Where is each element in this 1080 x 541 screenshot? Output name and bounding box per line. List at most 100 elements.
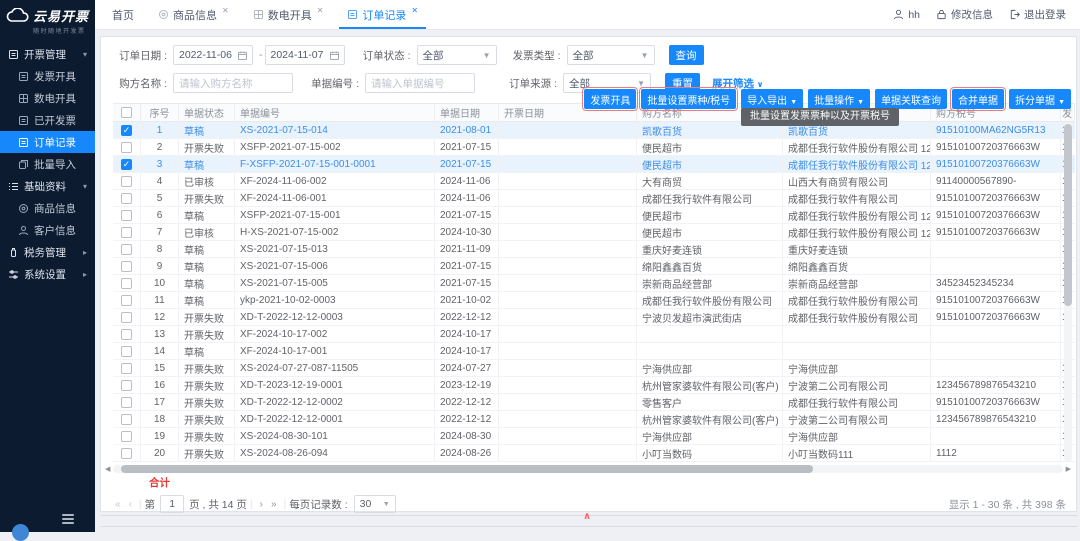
sidebar-item-0[interactable]: 开票管理▾ xyxy=(0,43,95,65)
order-record-icon xyxy=(18,137,29,148)
sidebar-item-10[interactable]: 系统设置▸ xyxy=(0,263,95,285)
close-icon[interactable]: ✕ xyxy=(222,6,229,15)
row-checkbox[interactable]: ✓ xyxy=(121,125,132,136)
row-checkbox[interactable] xyxy=(121,244,132,255)
table-row[interactable]: 4已审核XF-2024-11-06-0022024-11-06大有商贸山西大有商… xyxy=(113,173,1075,190)
horizontal-scrollbar-thumb[interactable] xyxy=(121,465,813,473)
table-row[interactable]: 13开票失败XF-2024-10-17-0022024-10-17 xyxy=(113,326,1075,343)
sidebar-item-7[interactable]: 商品信息 xyxy=(0,197,95,219)
table-row[interactable]: 7已审核H-XS-2021-07-15-0022024-10-30便民超市成都任… xyxy=(113,224,1075,241)
horizontal-scrollbar[interactable] xyxy=(113,465,1063,473)
action-button-3[interactable]: 批量操作▼ xyxy=(808,89,870,109)
sidebar-item-8[interactable]: 客户信息 xyxy=(0,219,95,241)
page-size-select[interactable]: 30 ▼ xyxy=(354,495,396,513)
cell-buyer-company: 成都任我行软件股份有限公司 xyxy=(783,292,931,308)
row-checkbox[interactable] xyxy=(121,142,132,153)
row-checkbox[interactable] xyxy=(121,176,132,187)
row-checkbox[interactable] xyxy=(121,210,132,221)
table-row[interactable]: 2开票失败XSFP-2021-07-15-0022021-07-15便民超市成都… xyxy=(113,139,1075,156)
sidebar-item-1[interactable]: 发票开具 xyxy=(0,65,95,87)
cell-buyer-tax-no: 91510100MA62NG5R13 xyxy=(931,122,1061,138)
sidebar-item-2[interactable]: 数电开具 xyxy=(0,87,95,109)
row-checkbox[interactable] xyxy=(121,329,132,340)
column-header-3: 单据日期 xyxy=(435,104,499,121)
range-info: 显示 1 - 30 条 , 共 398 条 xyxy=(949,497,1066,512)
close-icon[interactable]: ✕ xyxy=(411,6,418,15)
row-checkbox[interactable] xyxy=(121,193,132,204)
order-date-to-input[interactable]: 2024-11-07 xyxy=(265,45,345,65)
action-button-1[interactable]: 批量设置票种/税号 xyxy=(641,89,736,109)
table-row[interactable]: 14草稿XF-2024-10-17-0012024-10-17 xyxy=(113,343,1075,360)
table-row[interactable]: 5开票失败XF-2024-11-06-0012024-11-06成都任我行软件有… xyxy=(113,190,1075,207)
row-checkbox[interactable] xyxy=(121,397,132,408)
table-row[interactable]: 10草稿XS-2021-07-15-0052021-07-15崇新商品经营部崇新… xyxy=(113,275,1075,292)
row-checkbox[interactable] xyxy=(121,431,132,442)
prev-page-button[interactable]: ‹ xyxy=(129,499,132,510)
row-checkbox[interactable] xyxy=(121,448,132,459)
row-checkbox[interactable] xyxy=(121,346,132,357)
table-row[interactable]: 6草稿XSFP-2021-07-15-0012021-07-15便民超市成都任我… xyxy=(113,207,1075,224)
table-row[interactable]: 18开票失败XD-T-2022-12-12-00012022-12-12杭州管家… xyxy=(113,411,1075,428)
buyer-name-input[interactable]: 请输入购方名称 xyxy=(173,73,293,93)
action-button-2[interactable]: 导入导出▼ xyxy=(741,89,803,109)
row-checkbox[interactable] xyxy=(121,278,132,289)
cell-buyer-tax-no: 91140000567890- xyxy=(931,173,1061,189)
tab-1[interactable]: 商品信息✕ xyxy=(146,0,241,29)
table-row[interactable]: 19开票失败XS-2024-08-30-1012024-08-30宁海供应部宁海… xyxy=(113,428,1075,445)
sidebar-collapse-icon[interactable] xyxy=(62,512,74,526)
user-menu[interactable]: hh xyxy=(893,9,920,21)
table-row[interactable]: 8草稿XS-2021-07-15-0132021-11-09重庆好麦连锁重庆好麦… xyxy=(113,241,1075,258)
logout-button[interactable]: 退出登录 xyxy=(1009,7,1066,22)
table-row[interactable]: 15开票失败XS-2024-07-27-087-115052024-07-27宁… xyxy=(113,360,1075,377)
row-checkbox[interactable] xyxy=(121,312,132,323)
collapse-chevron[interactable]: ∧ xyxy=(583,511,591,522)
close-icon[interactable]: ✕ xyxy=(317,6,324,15)
table-row[interactable]: 16开票失败XD-T-2023-12-19-00012023-12-19杭州管家… xyxy=(113,377,1075,394)
sidebar-item-6[interactable]: 基础资料▾ xyxy=(0,175,95,197)
sidebar-item-9[interactable]: 税务管理▸ xyxy=(0,241,95,263)
table-row[interactable]: ✓3草稿F-XSFP-2021-07-15-001-00012021-07-15… xyxy=(113,156,1075,173)
action-button-4[interactable]: 单据关联查询 xyxy=(875,89,947,109)
row-checkbox[interactable] xyxy=(121,380,132,391)
order-date-from-input[interactable]: 2022-11-06 xyxy=(173,45,253,65)
vertical-scrollbar[interactable] xyxy=(1064,122,1072,462)
next-page-button[interactable]: › xyxy=(260,499,263,510)
table-row[interactable]: 20开票失败XS-2024-08-26-0942024-08-26小叮当数码小叮… xyxy=(113,445,1075,462)
row-checkbox[interactable] xyxy=(121,261,132,272)
edit-info-button[interactable]: 修改信息 xyxy=(936,7,993,22)
hscroll-right-arrow-icon[interactable]: ▶ xyxy=(1066,465,1071,473)
cell-invoice-date xyxy=(499,139,637,155)
doc-no-input[interactable]: 请输入单据编号 xyxy=(365,73,475,93)
row-checkbox[interactable]: ✓ xyxy=(121,159,132,170)
sidebar-item-4[interactable]: 订单记录 xyxy=(0,131,95,153)
last-page-button[interactable]: » xyxy=(271,499,277,510)
help-bubble[interactable] xyxy=(12,524,29,541)
search-button[interactable]: 查询 xyxy=(669,45,704,65)
invoice-type-select[interactable]: 全部 ▼ xyxy=(567,45,655,65)
cell-invoice-date xyxy=(499,207,637,223)
tab-2[interactable]: 数电开具✕ xyxy=(241,0,336,29)
action-button-6[interactable]: 拆分单据▼ xyxy=(1009,89,1071,109)
row-checkbox[interactable] xyxy=(121,363,132,374)
action-button-5[interactable]: 合并单据 xyxy=(952,89,1004,109)
row-checkbox[interactable] xyxy=(121,227,132,238)
cell-invoice-date xyxy=(499,122,637,138)
order-status-select[interactable]: 全部 ▼ xyxy=(417,45,497,65)
vertical-scrollbar-thumb[interactable] xyxy=(1064,124,1072,306)
select-all-checkbox[interactable] xyxy=(121,107,132,118)
table-row[interactable]: 9草稿XS-2021-07-15-0062021-07-15绵阳鑫鑫百货绵阳鑫鑫… xyxy=(113,258,1075,275)
sidebar-item-3[interactable]: 已开发票 xyxy=(0,109,95,131)
row-checkbox[interactable] xyxy=(121,414,132,425)
tab-3[interactable]: 订单记录✕ xyxy=(335,0,430,29)
sidebar-item-5[interactable]: 批量导入 xyxy=(0,153,95,175)
table-row[interactable]: 11草稿ykp-2021-10-02-00032021-10-02成都任我行软件… xyxy=(113,292,1075,309)
hscroll-left-arrow-icon[interactable]: ◀ xyxy=(105,465,110,473)
table-row[interactable]: 12开票失败XD-T-2022-12-12-00032022-12-12宁波贝发… xyxy=(113,309,1075,326)
action-button-0[interactable]: 发票开具 xyxy=(584,89,636,109)
row-checkbox[interactable] xyxy=(121,295,132,306)
tab-0[interactable]: 首页 xyxy=(100,0,146,29)
table-row[interactable]: ✓1草稿XS-2021-07-15-0142021-08-01凯歌百货凯歌百货9… xyxy=(113,122,1075,139)
page-input[interactable]: 1 xyxy=(160,495,184,513)
table-row[interactable]: 17开票失败XD-T-2022-12-12-00022022-12-12零售客户… xyxy=(113,394,1075,411)
first-page-button[interactable]: « xyxy=(115,499,121,510)
